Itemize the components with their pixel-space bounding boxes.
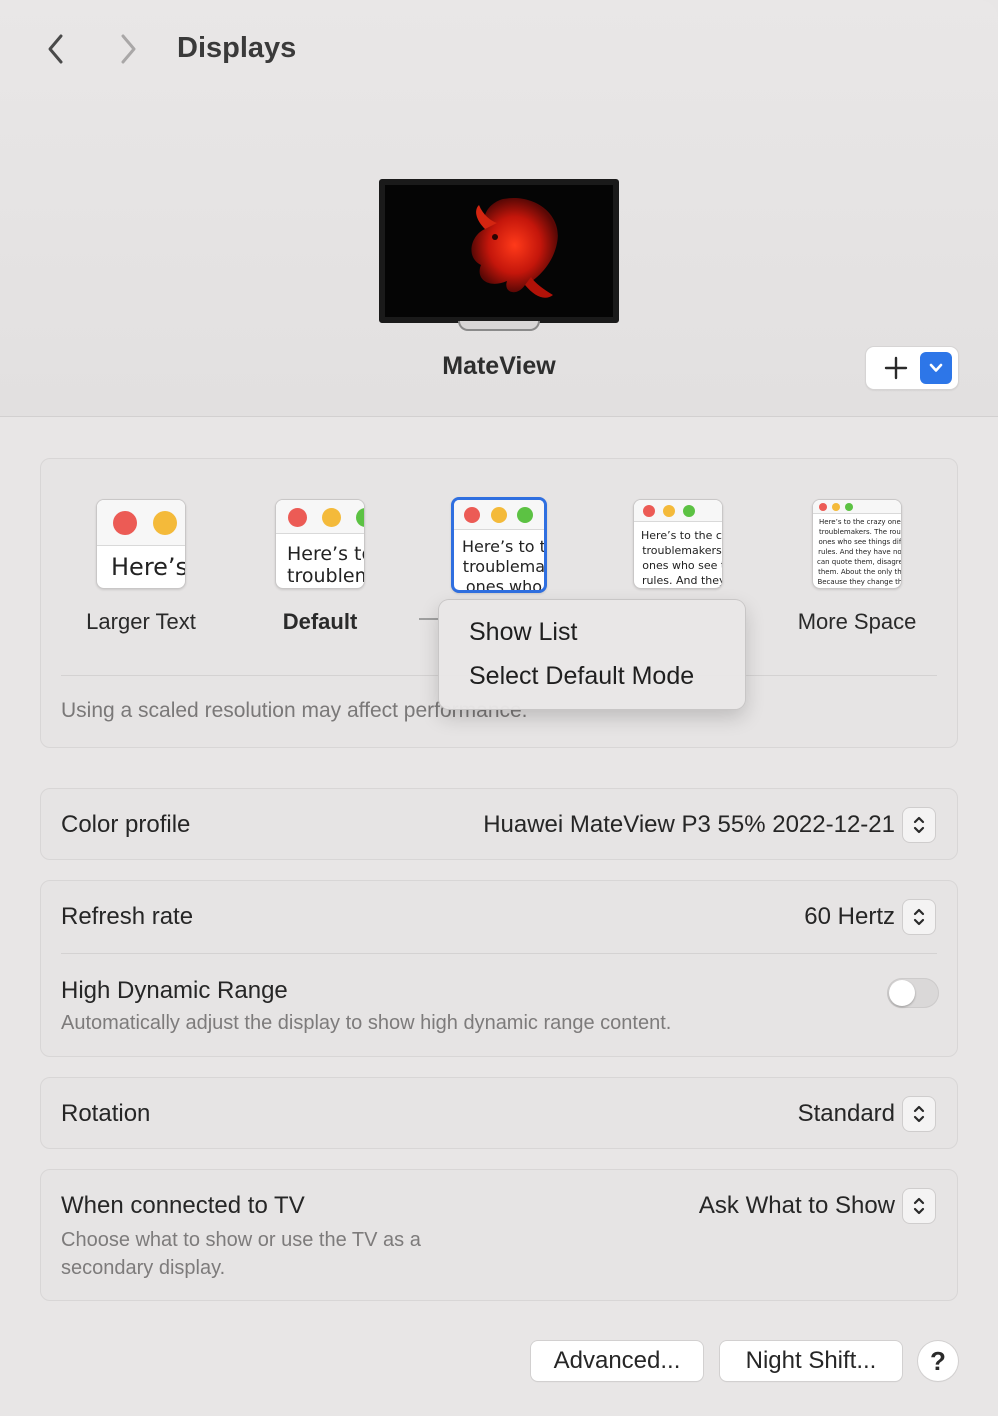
chevron-left-icon: [48, 34, 63, 64]
sample-text: Here’s to the crazy one troublemakers. T…: [817, 518, 902, 586]
hdr-toggle[interactable]: [887, 978, 939, 1008]
minimize-dot-icon: [153, 511, 177, 535]
resolution-label: Default: [282, 609, 358, 634]
menu-item-select-default-mode[interactable]: Select Default Mode: [469, 662, 694, 691]
zoom-dot-icon: [356, 508, 364, 527]
minimize-dot-icon: [832, 503, 840, 511]
slider-tick: [419, 618, 439, 620]
resolution-thumbnail: Here’s: [96, 499, 186, 589]
close-dot-icon: [288, 508, 307, 527]
toggle-knob: [889, 980, 915, 1006]
add-display-control: [866, 347, 958, 389]
resolution-thumbnail-selected: Here’s to t troublema ones who: [451, 497, 547, 593]
resolution-option-more[interactable]: Here’s to the cr troublemakers. ones who…: [588, 499, 768, 589]
zoom-dot-icon: [517, 507, 533, 523]
menu-item-show-list[interactable]: Show List: [469, 618, 577, 647]
plus-icon: [884, 356, 908, 380]
hdr-description: Automatically adjust the display to show…: [61, 1012, 672, 1034]
resolution-option-selected[interactable]: Here’s to t troublema ones who: [409, 497, 589, 593]
night-shift-button[interactable]: Night Shift...: [720, 1341, 902, 1381]
minimize-dot-icon: [663, 505, 675, 517]
page-title: Displays: [177, 32, 297, 64]
monitor-stand: [458, 321, 540, 331]
minimize-dot-icon: [322, 508, 341, 527]
rotation-popup-button[interactable]: [903, 1097, 935, 1131]
zoom-dot-icon: [683, 505, 695, 517]
wallpaper-image: [385, 185, 613, 317]
hdr-label: High Dynamic Range: [61, 977, 288, 1004]
display-preview[interactable]: [379, 179, 619, 323]
tv-row: When connected to TV Choose what to show…: [40, 1169, 958, 1301]
resolution-label: More Space: [797, 609, 917, 634]
divider: [61, 953, 937, 954]
advanced-button[interactable]: Advanced...: [531, 1341, 703, 1381]
resolution-thumbnail: Here’s to the crazy one troublemakers. T…: [812, 499, 902, 589]
close-dot-icon: [464, 507, 480, 523]
tv-description-line2: secondary display.: [61, 1257, 226, 1279]
resolution-thumbnail: Here’s to the cr troublemakers. ones who…: [633, 499, 723, 589]
color-profile-label: Color profile: [61, 811, 191, 838]
refresh-hdr-group: Refresh rate 60 Hertz High Dynamic Range…: [40, 880, 958, 1057]
sample-text: Here’s to t troublema ones who: [462, 537, 546, 593]
close-dot-icon: [113, 511, 137, 535]
rotation-value[interactable]: Standard: [798, 1100, 895, 1128]
tv-value[interactable]: Ask What to Show: [699, 1192, 895, 1220]
refresh-rate-value[interactable]: 60 Hertz: [804, 903, 895, 931]
minimize-dot-icon: [491, 507, 507, 523]
display-name: MateView: [442, 352, 556, 380]
forward-button[interactable]: [110, 30, 146, 68]
close-dot-icon: [643, 505, 655, 517]
tv-description-line1: Choose what to show or use the TV as a: [61, 1229, 421, 1251]
chevron-up-down-icon: [913, 1105, 925, 1123]
rotation-row: Rotation Standard: [40, 1077, 958, 1149]
sample-text: Here’s: [111, 553, 186, 581]
chevron-up-down-icon: [913, 1197, 925, 1215]
back-button[interactable]: [38, 30, 74, 68]
tv-label: When connected to TV: [61, 1192, 305, 1219]
sample-text: Here’s to the cr troublemakers. ones who…: [641, 529, 723, 587]
sample-text: Here’s to troublem: [287, 543, 365, 587]
color-profile-row: Color profile Huawei MateView P3 55% 202…: [40, 788, 958, 860]
resolution-label: Larger Text: [86, 609, 196, 634]
header: Displays MateView: [0, 0, 998, 417]
chevron-up-down-icon: [913, 908, 925, 926]
close-dot-icon: [819, 503, 827, 511]
tv-popup-button[interactable]: [903, 1189, 935, 1223]
resolution-option-larger-text[interactable]: Here’s Larger Text: [51, 499, 231, 635]
refresh-rate-label: Refresh rate: [61, 903, 194, 930]
resolution-option-default[interactable]: Here’s to troublem Default: [230, 499, 410, 635]
help-button[interactable]: ?: [918, 1341, 958, 1381]
chevron-up-down-icon: [913, 816, 925, 834]
context-menu: Show List Select Default Mode: [439, 600, 745, 709]
refresh-rate-popup-button[interactable]: [903, 900, 935, 934]
resolution-thumbnail: Here’s to troublem: [275, 499, 365, 589]
displays-window: Displays MateView Here’s Larger Text Her…: [0, 0, 998, 1416]
add-display-menu-button[interactable]: [920, 352, 952, 384]
color-profile-popup-button[interactable]: [903, 808, 935, 842]
chevron-right-icon: [121, 34, 136, 64]
color-profile-value[interactable]: Huawei MateView P3 55% 2022-12-21: [483, 811, 895, 839]
resolution-option-more-space[interactable]: Here’s to the crazy one troublemakers. T…: [767, 499, 947, 635]
rotation-label: Rotation: [61, 1100, 151, 1127]
chevron-down-icon: [929, 363, 943, 372]
zoom-dot-icon: [845, 503, 853, 511]
add-display-button[interactable]: [878, 353, 914, 383]
